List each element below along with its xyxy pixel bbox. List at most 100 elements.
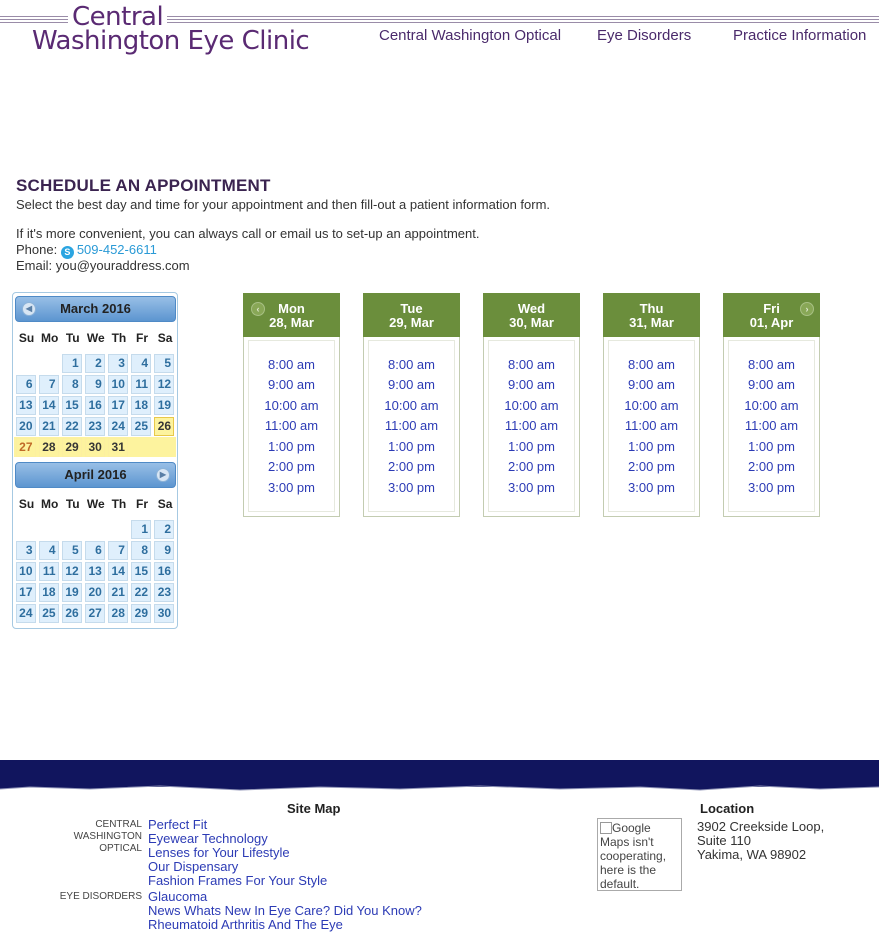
- time-slot-link[interactable]: 3:00 pm: [508, 480, 555, 495]
- time-slot-link[interactable]: 3:00 pm: [388, 480, 435, 495]
- calendar-day[interactable]: 16: [154, 562, 175, 581]
- time-slot-link[interactable]: 9:00 am: [628, 377, 675, 392]
- calendar-day[interactable]: 10: [15, 562, 36, 581]
- time-slot-link[interactable]: 9:00 am: [388, 377, 435, 392]
- time-slot-link[interactable]: 11:00 am: [505, 418, 558, 433]
- time-slot-link[interactable]: 1:00 pm: [388, 439, 435, 454]
- calendar-day[interactable]: 29: [61, 438, 82, 457]
- sitemap-link[interactable]: Fashion Frames For Your Style: [148, 874, 327, 888]
- sitemap-link[interactable]: Glaucoma: [148, 890, 207, 904]
- time-slot-link[interactable]: 8:00 am: [628, 357, 675, 372]
- nav-link-practice-information[interactable]: Practice Information: [731, 27, 869, 44]
- sitemap-link[interactable]: Lenses for Your Lifestyle: [148, 846, 290, 860]
- next-week-icon[interactable]: ›: [800, 302, 814, 316]
- calendar-day[interactable]: 16: [84, 396, 105, 415]
- time-slot-link[interactable]: 10:00 am: [264, 398, 318, 413]
- calendar-day[interactable]: 28: [107, 604, 128, 623]
- calendar-day[interactable]: 20: [15, 417, 36, 436]
- calendar-day[interactable]: 27: [15, 438, 36, 457]
- calendar-day[interactable]: 10: [107, 375, 128, 394]
- time-slot-link[interactable]: 1:00 pm: [748, 439, 795, 454]
- calendar-day[interactable]: 4: [131, 354, 151, 373]
- sitemap-link[interactable]: Rheumatoid Arthritis And The Eye: [148, 918, 343, 932]
- calendar-day[interactable]: 18: [131, 396, 151, 415]
- time-slot-link[interactable]: 10:00 am: [384, 398, 438, 413]
- calendar-day[interactable]: 1: [61, 354, 82, 373]
- prev-month-icon[interactable]: ◀: [22, 302, 36, 316]
- time-slot-link[interactable]: 3:00 pm: [748, 480, 795, 495]
- calendar-day[interactable]: 13: [15, 396, 36, 415]
- sitemap-link[interactable]: Eyewear Technology: [148, 832, 268, 846]
- calendar-day[interactable]: 21: [107, 583, 128, 602]
- time-slot-link[interactable]: 8:00 am: [268, 357, 315, 372]
- time-slot-link[interactable]: 11:00 am: [265, 418, 318, 433]
- calendar-day[interactable]: 23: [84, 417, 105, 436]
- time-slot-link[interactable]: 8:00 am: [508, 357, 555, 372]
- calendar-day[interactable]: 8: [61, 375, 82, 394]
- time-slot-link[interactable]: 1:00 pm: [508, 439, 555, 454]
- time-slot-link[interactable]: 2:00 pm: [388, 459, 435, 474]
- calendar-day[interactable]: 17: [15, 583, 36, 602]
- calendar-day[interactable]: 22: [131, 583, 151, 602]
- time-slot-link[interactable]: 10:00 am: [744, 398, 798, 413]
- time-slot-link[interactable]: 9:00 am: [748, 377, 795, 392]
- calendar-day[interactable]: 15: [61, 396, 82, 415]
- calendar-day[interactable]: 7: [38, 375, 59, 394]
- calendar-day[interactable]: 14: [107, 562, 128, 581]
- sitemap-link[interactable]: Perfect Fit: [148, 818, 207, 832]
- time-slot-link[interactable]: 11:00 am: [745, 418, 798, 433]
- calendar-day[interactable]: 1: [131, 520, 151, 539]
- calendar-day[interactable]: 21: [38, 417, 59, 436]
- calendar-day[interactable]: 3: [107, 354, 128, 373]
- calendar-day[interactable]: 3: [15, 541, 36, 560]
- calendar-day[interactable]: 30: [84, 438, 105, 457]
- time-slot-link[interactable]: 9:00 am: [268, 377, 315, 392]
- calendar-day[interactable]: 11: [38, 562, 59, 581]
- calendar-day[interactable]: 7: [107, 541, 128, 560]
- time-slot-link[interactable]: 2:00 pm: [748, 459, 795, 474]
- time-slot-link[interactable]: 3:00 pm: [628, 480, 675, 495]
- time-slot-link[interactable]: 9:00 am: [508, 377, 555, 392]
- time-slot-link[interactable]: 3:00 pm: [268, 480, 315, 495]
- calendar-day[interactable]: 19: [154, 396, 175, 415]
- calendar-day[interactable]: 24: [15, 604, 36, 623]
- calendar-day[interactable]: 17: [107, 396, 128, 415]
- calendar-day[interactable]: 6: [15, 375, 36, 394]
- time-slot-link[interactable]: 2:00 pm: [628, 459, 675, 474]
- calendar-day[interactable]: 31: [107, 438, 128, 457]
- time-slot-link[interactable]: 8:00 am: [388, 357, 435, 372]
- calendar-day[interactable]: 14: [38, 396, 59, 415]
- calendar-day[interactable]: 26: [154, 417, 175, 436]
- calendar-day[interactable]: 9: [154, 541, 175, 560]
- time-slot-link[interactable]: 11:00 am: [625, 418, 678, 433]
- sitemap-link[interactable]: News Whats New In Eye Care? Did You Know…: [148, 904, 422, 918]
- calendar-day[interactable]: 24: [107, 417, 128, 436]
- calendar-day[interactable]: 2: [154, 520, 175, 539]
- calendar-day[interactable]: 20: [84, 583, 105, 602]
- calendar-day[interactable]: 19: [61, 583, 82, 602]
- calendar-day[interactable]: 27: [84, 604, 105, 623]
- calendar-day[interactable]: 22: [61, 417, 82, 436]
- calendar-day[interactable]: 8: [131, 541, 151, 560]
- nav-link-eye-disorders[interactable]: Eye Disorders: [595, 27, 694, 44]
- time-slot-link[interactable]: 2:00 pm: [268, 459, 315, 474]
- calendar-day[interactable]: 18: [38, 583, 59, 602]
- calendar-day[interactable]: 30: [154, 604, 175, 623]
- nav-link-optical[interactable]: Central Washington Optical: [377, 27, 564, 44]
- calendar-day[interactable]: 2: [84, 354, 105, 373]
- calendar-day[interactable]: 5: [154, 354, 175, 373]
- time-slot-link[interactable]: 10:00 am: [504, 398, 558, 413]
- calendar-day[interactable]: 13: [84, 562, 105, 581]
- calendar-day[interactable]: 9: [84, 375, 105, 394]
- calendar-day[interactable]: 29: [131, 604, 151, 623]
- phone-link[interactable]: 509-452-6611: [77, 242, 157, 257]
- calendar-day[interactable]: 28: [38, 438, 59, 457]
- sitemap-link[interactable]: Our Dispensary: [148, 860, 238, 874]
- prev-week-icon[interactable]: ‹: [251, 302, 265, 316]
- calendar-day[interactable]: 23: [154, 583, 175, 602]
- time-slot-link[interactable]: 2:00 pm: [508, 459, 555, 474]
- calendar-day[interactable]: 11: [131, 375, 151, 394]
- calendar-day[interactable]: 6: [84, 541, 105, 560]
- time-slot-link[interactable]: 10:00 am: [624, 398, 678, 413]
- time-slot-link[interactable]: 8:00 am: [748, 357, 795, 372]
